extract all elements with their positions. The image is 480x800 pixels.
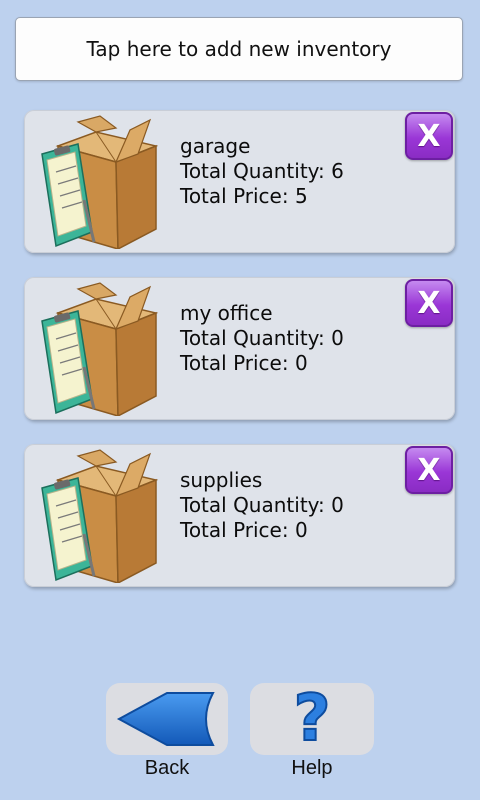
- box-clipboard-icon: [41, 282, 158, 416]
- inventory-name: my office: [180, 301, 273, 325]
- total-price: Total Price: 0: [180, 518, 308, 542]
- inventory-info: garage Total Quantity: 6 Total Price: 5: [180, 134, 344, 209]
- question-mark-icon: ?: [292, 682, 331, 756]
- add-inventory-button[interactable]: Tap here to add new inventory: [15, 17, 463, 81]
- close-icon: X: [417, 118, 441, 154]
- back-arrow-icon: [116, 692, 215, 746]
- inventory-card[interactable]: supplies Total Quantity: 0 Total Price: …: [24, 444, 455, 587]
- inventory-card[interactable]: garage Total Quantity: 6 Total Price: 5 …: [24, 110, 455, 253]
- delete-inventory-button[interactable]: X: [405, 112, 453, 160]
- back-label: Back: [144, 757, 190, 779]
- box-clipboard-icon: [41, 115, 158, 249]
- inventory-name: garage: [180, 134, 251, 158]
- total-price: Total Price: 5: [180, 184, 308, 208]
- total-price: Total Price: 0: [180, 351, 308, 375]
- box-clipboard-icon: [41, 449, 158, 583]
- close-icon: X: [417, 452, 441, 488]
- help-tile[interactable]: ?: [250, 683, 374, 755]
- back-tile[interactable]: [106, 683, 228, 755]
- delete-inventory-button[interactable]: X: [405, 279, 453, 327]
- total-quantity: Total Quantity: 0: [180, 493, 344, 517]
- inventory-card[interactable]: my office Total Quantity: 0 Total Price:…: [24, 277, 455, 420]
- total-quantity: Total Quantity: 6: [180, 159, 344, 183]
- inventory-info: supplies Total Quantity: 0 Total Price: …: [180, 468, 344, 543]
- inventory-info: my office Total Quantity: 0 Total Price:…: [180, 301, 344, 376]
- delete-inventory-button[interactable]: X: [405, 446, 453, 494]
- close-icon: X: [417, 285, 441, 321]
- help-button[interactable]: ? Help: [250, 683, 374, 780]
- back-button[interactable]: Back: [106, 683, 228, 780]
- help-label: Help: [291, 757, 333, 779]
- inventory-name: supplies: [180, 468, 263, 492]
- total-quantity: Total Quantity: 0: [180, 326, 344, 350]
